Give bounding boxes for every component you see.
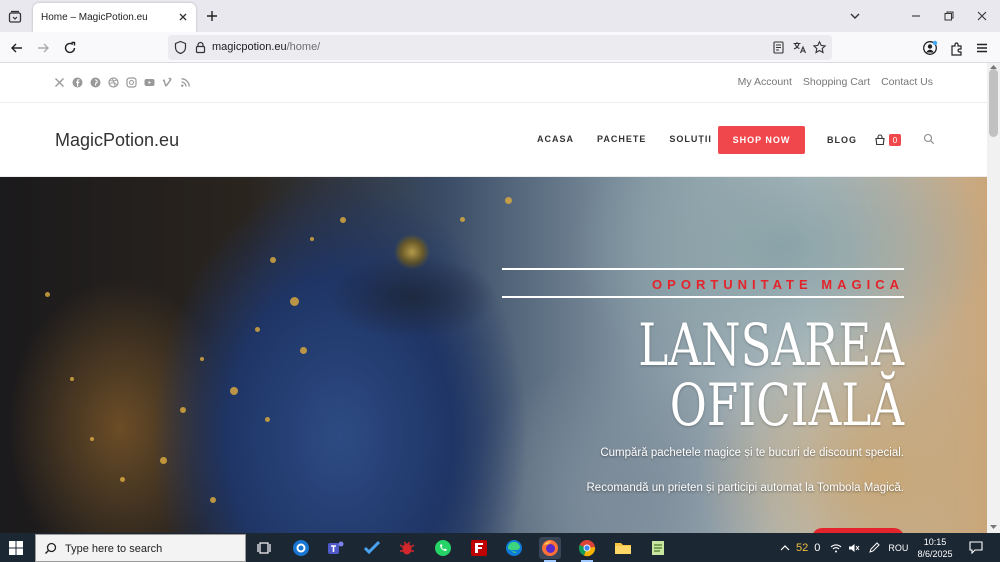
browser-tab-bar: Home – MagicPotion.eu: [0, 0, 1000, 32]
hero-text-referral: Recomandă un prieten și participi automa…: [586, 482, 905, 494]
shopping-bag-icon: [874, 134, 886, 146]
file-explorer-icon[interactable]: [612, 537, 634, 559]
page-scrollbar[interactable]: [987, 63, 1000, 533]
chrome-app-icon[interactable]: [576, 537, 598, 562]
my-account-link[interactable]: My Account: [738, 76, 792, 88]
hero-text-discount: Cumpără pachetele magice și te bucuri de…: [600, 447, 904, 459]
shopping-cart-link[interactable]: Shopping Cart: [803, 76, 870, 88]
hero-divider-top: [502, 268, 904, 270]
restore-window-icon[interactable]: [940, 7, 958, 25]
tab-list-icon[interactable]: [4, 6, 26, 28]
volume-muted-icon[interactable]: [848, 543, 860, 553]
hero-headline-line1: LANSAREA: [638, 311, 904, 379]
lock-icon[interactable]: [193, 40, 208, 55]
account-icon[interactable]: [920, 38, 940, 58]
taskbar-clock[interactable]: 10:15 8/6/2025: [912, 536, 958, 560]
social-links: [54, 77, 191, 88]
translate-icon[interactable]: [792, 40, 807, 55]
bookmark-star-icon[interactable]: [812, 40, 827, 55]
system-tray: 52 0 ROU: [780, 533, 908, 562]
edge-app-icon[interactable]: [503, 537, 525, 559]
scrollbar-thumb[interactable]: [989, 69, 998, 137]
vimeo-icon[interactable]: [162, 77, 173, 88]
scroll-down-icon[interactable]: [990, 525, 997, 530]
youtube-icon[interactable]: [144, 77, 155, 88]
url-host: magicpotion.eu: [212, 41, 287, 53]
menu-icon[interactable]: [972, 38, 992, 58]
nav-item-solutii[interactable]: SOLUȚII: [669, 134, 712, 144]
nav-item-pachete[interactable]: PACHETE: [597, 134, 646, 144]
url-path: /home/: [286, 41, 321, 53]
pinterest-icon[interactable]: [90, 77, 101, 88]
web-page: My Account Shopping Cart Contact Us Magi…: [0, 63, 987, 533]
network-icon[interactable]: [830, 543, 842, 553]
windows-start-icon[interactable]: [8, 540, 24, 556]
filezilla-app-icon[interactable]: [468, 537, 490, 559]
firefox-app-icon[interactable]: [539, 537, 561, 562]
task-view-icon[interactable]: [253, 537, 275, 559]
clock-time: 10:15: [923, 537, 947, 547]
hero-headline-line2: OFICIALĂ: [669, 371, 904, 439]
reload-icon[interactable]: [60, 38, 80, 58]
site-header: MagicPotion.eu ACASA PACHETE SOLUȚII SHO…: [0, 103, 987, 177]
search-icon[interactable]: [923, 133, 935, 145]
dribbble-icon[interactable]: [108, 77, 119, 88]
taskbar-search-box[interactable]: Type here to search: [35, 534, 246, 562]
search-icon: [44, 542, 57, 555]
cart-count-badge: 0: [889, 134, 901, 146]
weather-extra[interactable]: 0: [814, 542, 820, 554]
new-tab-icon[interactable]: [203, 7, 221, 25]
browser-tab-active[interactable]: Home – MagicPotion.eu: [33, 3, 196, 32]
chevron-up-icon[interactable]: [780, 544, 790, 552]
tab-title: Home – MagicPotion.eu: [41, 12, 148, 23]
instagram-icon[interactable]: [126, 77, 137, 88]
taskbar-search-placeholder: Type here to search: [65, 543, 163, 555]
address-bar[interactable]: magicpotion.eu/home/: [168, 35, 832, 60]
hero-eyebrow: OPORTUNITATE MAGICA: [652, 277, 904, 292]
site-top-bar: My Account Shopping Cart Contact Us: [0, 63, 987, 103]
site-logo[interactable]: MagicPotion.eu: [55, 130, 179, 151]
hero-banner: OPORTUNITATE MAGICA LANSAREA OFICIALĂ Cu…: [0, 177, 987, 533]
clock-date: 8/6/2025: [917, 549, 953, 559]
top-links: My Account Shopping Cart Contact Us: [738, 76, 933, 88]
back-arrow-icon[interactable]: [7, 38, 27, 58]
main-nav: ACASA PACHETE SOLUȚII: [537, 134, 712, 144]
url-text[interactable]: magicpotion.eu/home/: [212, 41, 320, 53]
todo-app-icon[interactable]: [361, 537, 383, 559]
shop-now-button[interactable]: SHOP NOW: [718, 126, 805, 154]
close-tab-icon[interactable]: [177, 11, 189, 23]
shield-icon[interactable]: [173, 40, 188, 55]
rss-icon[interactable]: [180, 77, 191, 88]
extensions-icon[interactable]: [946, 38, 966, 58]
facebook-icon[interactable]: [72, 77, 83, 88]
chevron-down-icon[interactable]: [848, 9, 862, 23]
weather-temperature[interactable]: 52: [796, 542, 808, 554]
reader-view-icon[interactable]: [771, 40, 786, 55]
minimize-window-icon[interactable]: [907, 7, 925, 25]
outlook-app-icon[interactable]: [290, 537, 312, 559]
teams-app-icon[interactable]: [325, 537, 347, 559]
browser-nav-bar: magicpotion.eu/home/: [0, 32, 1000, 63]
nav-item-acasa[interactable]: ACASA: [537, 134, 574, 144]
cart-button[interactable]: 0: [874, 133, 906, 147]
notepad-app-icon[interactable]: [647, 537, 669, 559]
pen-icon[interactable]: [868, 541, 881, 554]
bug-app-icon[interactable]: [396, 537, 418, 559]
windows-taskbar: Type here to search 52 0 ROU 10:15 8/6/2…: [0, 533, 1000, 562]
input-language[interactable]: ROU: [888, 543, 908, 553]
hero-divider-bottom: [502, 296, 904, 298]
x-icon[interactable]: [54, 77, 65, 88]
contact-us-link[interactable]: Contact Us: [881, 76, 933, 88]
notification-icon[interactable]: [969, 541, 983, 554]
forward-arrow-icon[interactable]: [33, 38, 53, 58]
whatsapp-app-icon[interactable]: [432, 537, 454, 559]
nav-item-blog[interactable]: BLOG: [827, 135, 857, 145]
close-window-icon[interactable]: [973, 7, 991, 25]
